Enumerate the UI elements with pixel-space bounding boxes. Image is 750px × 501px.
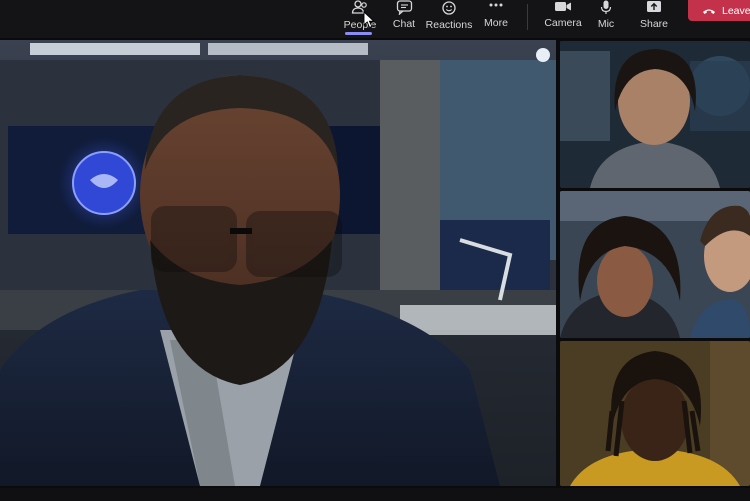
- leave-button[interactable]: Leave: [688, 0, 750, 21]
- reactions-icon: [441, 1, 456, 15]
- participant-1-scene: [560, 41, 750, 188]
- leave-label: Leave: [722, 4, 750, 17]
- reactions-label: Reactions: [425, 19, 473, 31]
- toolbar-separator: [527, 4, 528, 30]
- more-label: More: [484, 17, 508, 29]
- reactions-button[interactable]: Reactions: [424, 0, 474, 38]
- main-speaker-scene: [0, 43, 556, 486]
- camera-icon: [555, 2, 571, 11]
- more-button[interactable]: More: [478, 0, 514, 38]
- active-tab-indicator: [345, 32, 372, 35]
- mouse-cursor-icon: [363, 11, 375, 29]
- participant-tile-3[interactable]: [560, 341, 750, 486]
- share-icon: [647, 1, 661, 12]
- chat-icon: [396, 0, 412, 15]
- participant-tile-2[interactable]: [560, 191, 750, 338]
- mic-label: Mic: [597, 18, 615, 30]
- participant-3-scene: [560, 341, 750, 486]
- participant-tile-1[interactable]: [560, 41, 750, 188]
- share-label: Share: [639, 18, 669, 30]
- bottom-strip: [0, 488, 750, 501]
- phone-hangup-icon: [703, 9, 715, 14]
- mic-button[interactable]: Mic: [592, 0, 620, 38]
- chat-button[interactable]: Chat: [388, 0, 420, 38]
- camera-label: Camera: [544, 17, 582, 29]
- chat-label: Chat: [392, 18, 416, 30]
- participant-2-scene: [560, 191, 750, 338]
- meeting-toolbar: People Chat Reactions More Camera Mic Sh…: [0, 0, 750, 38]
- camera-button[interactable]: Camera: [541, 0, 585, 38]
- mic-icon: [600, 0, 612, 14]
- share-button[interactable]: Share: [636, 0, 672, 38]
- more-icon: [489, 3, 503, 7]
- main-speaker-video[interactable]: [0, 40, 556, 486]
